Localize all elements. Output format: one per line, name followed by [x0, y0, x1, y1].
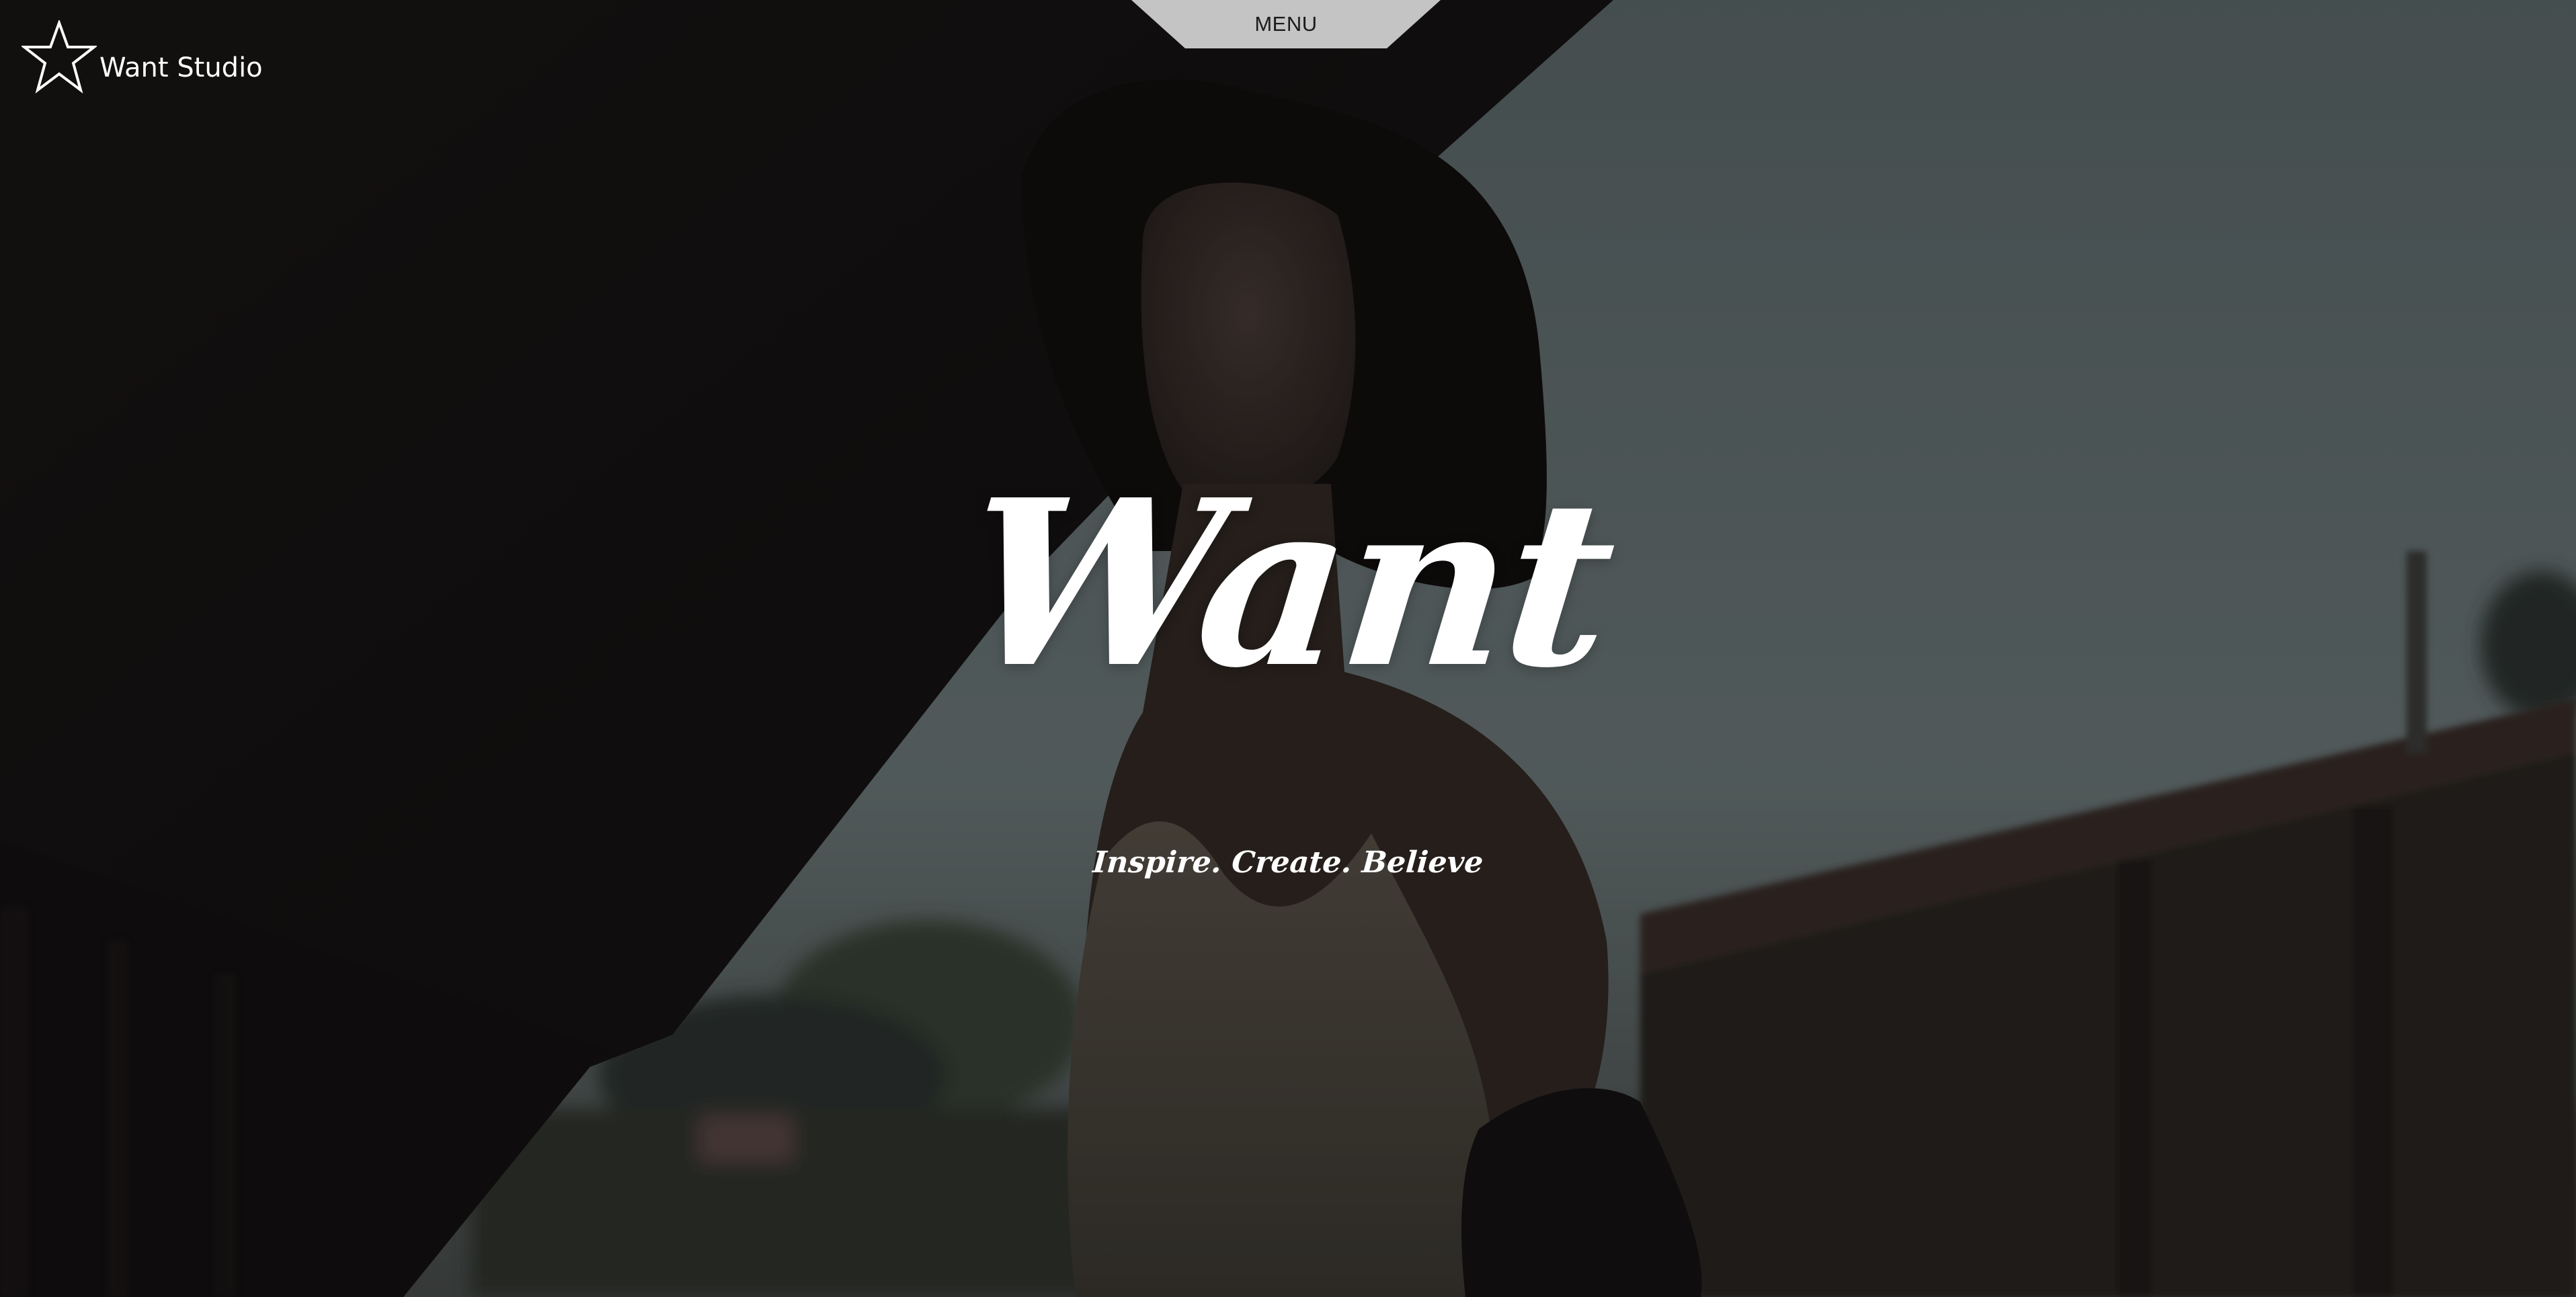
brand-name: Want Studio: [99, 52, 263, 83]
menu-button[interactable]: MENU: [1131, 0, 1441, 48]
hero-headline: Want: [953, 450, 1623, 718]
brand-logo[interactable]: Want Studio: [22, 20, 263, 95]
star-outline-icon: [22, 20, 97, 94]
menu-label: MENU: [1254, 12, 1318, 36]
hero-tagline: Inspire. Create. Believe: [1091, 845, 1485, 880]
